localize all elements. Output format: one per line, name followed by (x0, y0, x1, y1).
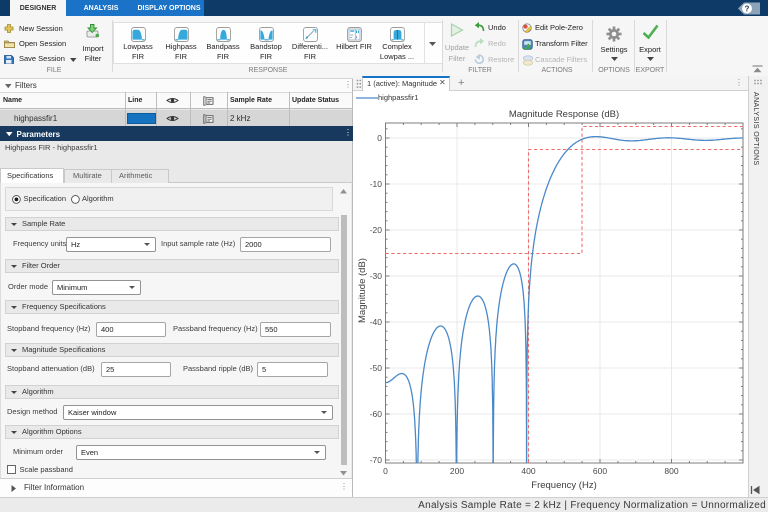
svg-text:?: ? (745, 5, 750, 14)
